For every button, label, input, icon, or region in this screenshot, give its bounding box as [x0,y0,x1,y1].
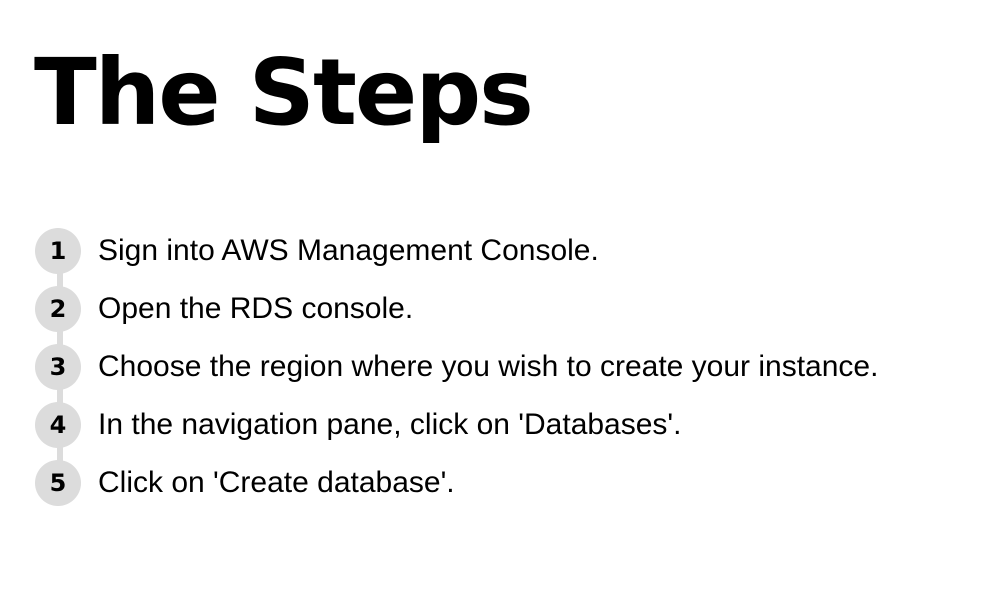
step-text: In the navigation pane, click on 'Databa… [98,408,682,441]
step-number-badge: 4 [35,402,81,448]
step-text: Open the RDS console. [98,292,414,325]
slide-title: The Steps [34,39,534,146]
step-text: Choose the region where you wish to crea… [98,350,879,383]
step-text: Click on 'Create database'. [98,466,455,499]
step-number-badge: 5 [35,460,81,506]
step-item-3: 3 Choose the region where you wish to cr… [35,338,995,396]
step-item-1: 1 Sign into AWS Management Console. [35,222,995,280]
step-text: Sign into AWS Management Console. [98,234,599,267]
steps-list: 1 Sign into AWS Management Console. 2 Op… [35,222,995,512]
slide: The Steps 1 Sign into AWS Management Con… [0,0,1000,604]
step-item-5: 5 Click on 'Create database'. [35,454,995,512]
step-item-4: 4 In the navigation pane, click on 'Data… [35,396,995,454]
step-item-2: 2 Open the RDS console. [35,280,995,338]
step-number-badge: 1 [35,228,81,274]
step-number-badge: 3 [35,344,81,390]
step-number-badge: 2 [35,286,81,332]
